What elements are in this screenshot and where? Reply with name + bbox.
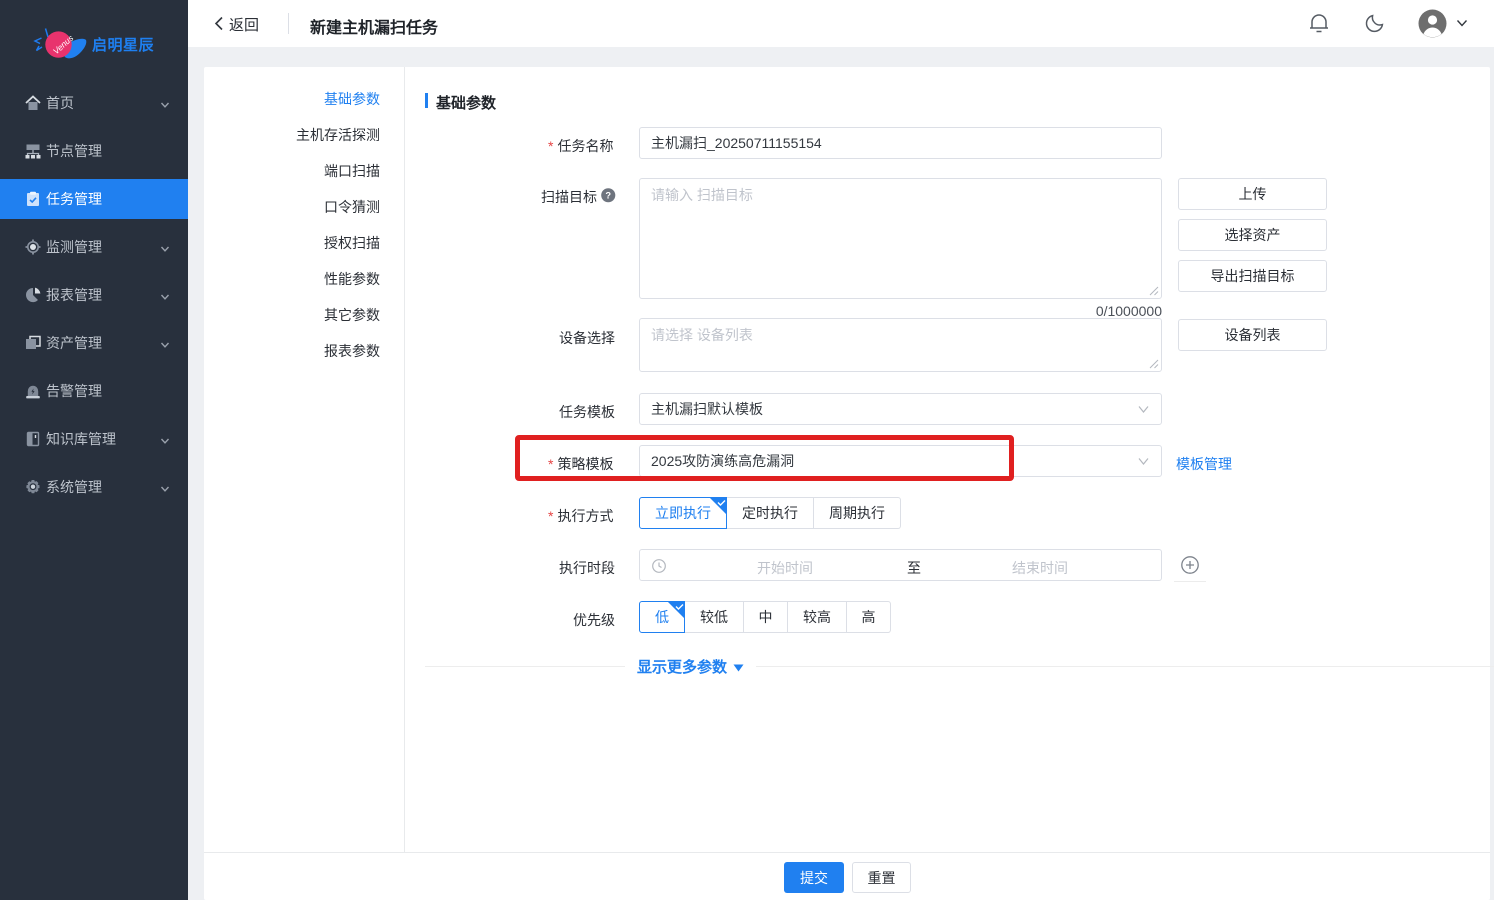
svg-text:?: ? [605, 191, 611, 201]
